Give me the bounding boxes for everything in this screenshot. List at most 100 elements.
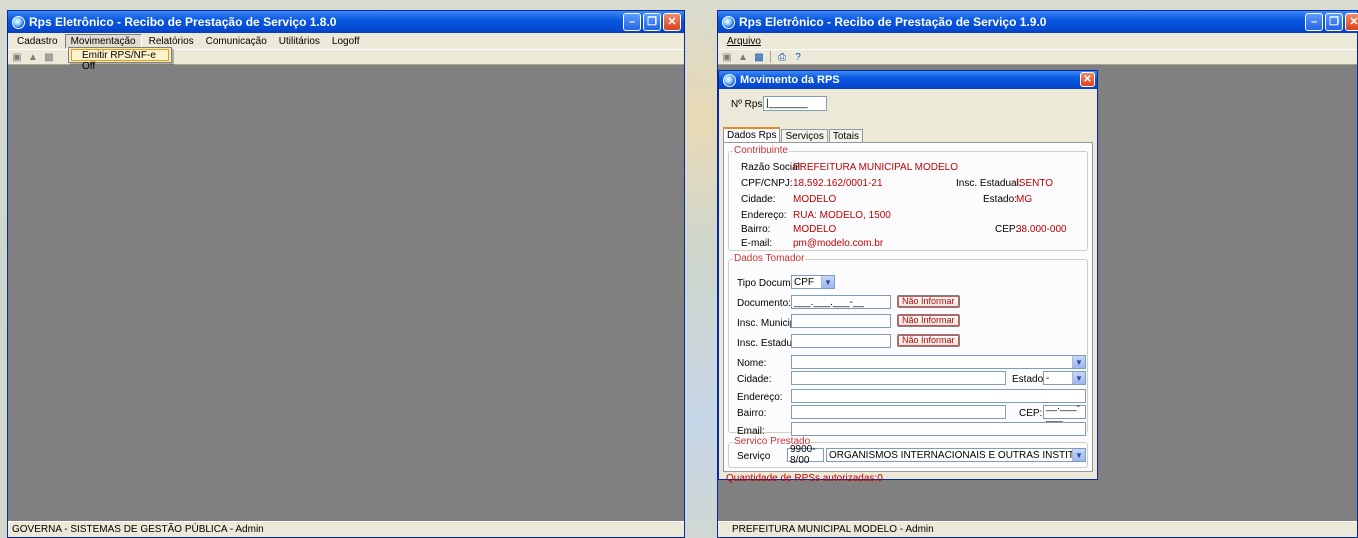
cep-value: 38.000-000: [1016, 224, 1067, 235]
documento-label: Documento:: [737, 298, 791, 309]
nao-informar-ie-button[interactable]: Não Informar: [897, 334, 960, 347]
cep-tomador-label: CEP:: [1019, 408, 1043, 419]
right-titlebar[interactable]: Rps Eletrônico - Recibo de Prestação de …: [718, 11, 1358, 33]
tab-servicos[interactable]: Serviços: [781, 129, 828, 143]
toolbar-separator: [770, 51, 771, 63]
bairro-tomador-input[interactable]: [791, 405, 1006, 419]
left-titlebar[interactable]: Rps Eletrônico - Recibo de Prestação de …: [8, 11, 684, 33]
delete-icon[interactable]: ▲: [27, 51, 39, 63]
right-app-window: Rps Eletrônico - Recibo de Prestação de …: [717, 10, 1358, 538]
cidade-value: MODELO: [793, 194, 837, 205]
dialog-title: Movimento da RPS: [740, 74, 840, 86]
minimize-icon[interactable]: –: [623, 13, 641, 31]
tipo-docum-label: Tipo Docum.:: [737, 278, 797, 289]
servico-code-input[interactable]: 9900-8/00: [787, 444, 824, 466]
left-window-controls: – ❐ ✕: [623, 13, 681, 31]
ie-label: Insc. Estadual:: [956, 178, 1022, 189]
chevron-down-icon[interactable]: ▼: [1072, 372, 1085, 384]
menu-cadastro[interactable]: Cadastro: [12, 35, 63, 48]
maximize-icon[interactable]: ❐: [643, 13, 661, 31]
servico-group: Servico Prestado Serviço 9900-8/00 ORGAN…: [728, 436, 1088, 468]
nrps-label: Nº Rps:: [731, 99, 766, 110]
email-value: pm@modelo.com.br: [793, 238, 884, 249]
nome-select[interactable]: ▼: [791, 355, 1086, 369]
export-icon[interactable]: ▩: [753, 51, 765, 63]
right-toolbar: ▣ ▲ ▩ ⎙ ?: [718, 49, 1357, 65]
left-status-text: GOVERNA - SISTEMAS DE GESTÃO PÚBLICA - A…: [12, 524, 264, 535]
tipo-docum-value: CPF: [794, 276, 814, 288]
documento-input[interactable]: ___.___.___-__: [791, 295, 891, 309]
left-app-window: Rps Eletrônico - Recibo de Prestação de …: [7, 10, 685, 538]
right-window-title: Rps Eletrônico - Recibo de Prestação de …: [739, 15, 1047, 29]
servico-description-select[interactable]: ORGANISMOS INTERNACIONAIS E OUTRAS INSTI…: [826, 448, 1086, 462]
insc-estadual-input[interactable]: [791, 334, 891, 348]
endereco-tomador-input[interactable]: [791, 389, 1086, 403]
tipo-docum-select[interactable]: CPF ▼: [791, 275, 835, 289]
delete-icon[interactable]: ▲: [737, 51, 749, 63]
menu-relatorios[interactable]: Relatórios: [144, 35, 199, 48]
close-icon[interactable]: ✕: [663, 13, 681, 31]
chevron-down-icon[interactable]: ▼: [1072, 449, 1085, 461]
dialog-tabs: Dados Rps Serviços Totais: [723, 127, 864, 143]
chevron-down-icon[interactable]: ▼: [1072, 356, 1085, 368]
nrps-input[interactable]: |_______: [763, 96, 827, 111]
app-icon: [12, 15, 25, 29]
cidade-tomador-label: Cidade:: [737, 374, 772, 385]
menu-utilitarios[interactable]: Utilitários: [274, 35, 325, 48]
export-icon[interactable]: ▩: [43, 51, 55, 63]
tab-dados-rps[interactable]: Dados Rps: [723, 127, 781, 143]
razao-value: PREFEITURA MUNICIPAL MODELO: [793, 162, 959, 173]
cnpj-value: 18.592.162/0001-21: [793, 178, 883, 189]
email-label: E-mail:: [741, 238, 773, 249]
cidade-label: Cidade:: [741, 194, 776, 205]
right-statusbar: PREFEITURA MUNICIPAL MODELO - Admin: [718, 521, 1357, 537]
menu-item-emitir-rps[interactable]: Emitir RPS/NF-e Off: [71, 49, 169, 72]
menu-logoff[interactable]: Logoff: [327, 35, 365, 48]
bairro-label: Bairro:: [741, 224, 771, 235]
cep-tomador-input[interactable]: __.___-___: [1043, 401, 1086, 423]
nome-label: Nome:: [737, 358, 767, 369]
insc-municipal-input[interactable]: [791, 314, 891, 328]
ie-value: ISENTO: [1016, 178, 1054, 189]
save-icon[interactable]: ▣: [721, 51, 733, 63]
nao-informar-documento-button[interactable]: Não Informar: [897, 295, 960, 308]
app-icon: [722, 15, 735, 29]
nao-informar-im-button[interactable]: Não Informar: [897, 314, 960, 327]
tab-panel-dados-rps: Contribuinte Razão Social: PREFEITURA MU…: [723, 142, 1093, 484]
tab-totais[interactable]: Totais: [828, 129, 863, 143]
right-window-controls: – ❐ ✕: [1305, 13, 1358, 31]
email-tomador-input[interactable]: [791, 422, 1086, 436]
print-icon[interactable]: ⎙: [776, 51, 788, 63]
maximize-icon[interactable]: ❐: [1325, 13, 1343, 31]
dialog-close-icon[interactable]: ✕: [1080, 72, 1095, 87]
dialog-app-icon: [723, 73, 736, 87]
estado-tomador-value: -: [1046, 372, 1050, 384]
minimize-icon[interactable]: –: [1305, 13, 1323, 31]
help-icon[interactable]: ?: [792, 51, 804, 63]
rps-autorizadas-note: Quantidade de RPSs autorizadas:0: [726, 473, 883, 484]
tomador-group: Dados Tomador Tipo Docum.: CPF ▼ Documen…: [728, 253, 1088, 437]
endereco-tomador-label: Endereço:: [737, 392, 783, 403]
left-statusbar: GOVERNA - SISTEMAS DE GESTÃO PÚBLICA - A…: [8, 521, 684, 537]
dialog-controls: ✕: [1080, 72, 1095, 87]
contribuinte-group: Contribuinte Razão Social: PREFEITURA MU…: [728, 145, 1088, 251]
endereco-value: RUA: MODELO, 1500: [793, 210, 891, 221]
chevron-down-icon[interactable]: ▼: [821, 276, 834, 288]
close-icon[interactable]: ✕: [1345, 13, 1358, 31]
servico-description-value: ORGANISMOS INTERNACIONAIS E OUTRAS INSTI…: [829, 449, 1085, 461]
dialog-titlebar[interactable]: Movimento da RPS ✕: [719, 71, 1097, 89]
estado-value: MG: [1016, 194, 1033, 205]
estado-tomador-label: Estado:: [1012, 374, 1046, 385]
estado-tomador-select[interactable]: - ▼: [1043, 371, 1086, 385]
endereco-label: Endereço:: [741, 210, 787, 221]
cidade-tomador-input[interactable]: [791, 371, 1006, 385]
cnpj-label: CPF/CNPJ:: [741, 178, 793, 189]
estado-label: Estado:: [983, 194, 1017, 205]
tomador-legend: Dados Tomador: [733, 253, 806, 264]
menu-arquivo[interactable]: Arquivo: [722, 35, 766, 48]
menu-comunicacao[interactable]: Comunicação: [201, 35, 272, 48]
save-icon[interactable]: ▣: [11, 51, 23, 63]
left-window-title: Rps Eletrônico - Recibo de Prestação de …: [29, 15, 337, 29]
movimentacao-dropdown: Emitir RPS/NF-e Off: [68, 47, 172, 72]
movimento-rps-dialog: Movimento da RPS ✕ Nº Rps: |_______ Dado…: [718, 70, 1098, 484]
